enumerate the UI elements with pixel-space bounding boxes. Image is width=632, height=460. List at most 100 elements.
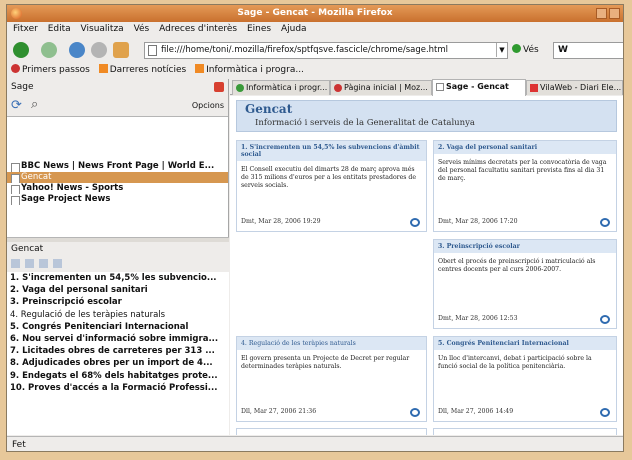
list-item[interactable]: 9. Endegats el 68% dels habitatges prote… xyxy=(7,370,229,382)
comment-icon[interactable] xyxy=(600,218,610,227)
card-description: Un lloc d'intercanvi, debat i participac… xyxy=(438,355,592,370)
menu-file[interactable]: Fitxer xyxy=(13,24,38,34)
card-description: El govern presenta un Projecte de Decret… xyxy=(241,355,410,370)
sidebar-title: Sage xyxy=(11,82,34,92)
menu-bar: Fitxer Edita Visualitza Vés Adreces d'in… xyxy=(7,22,623,37)
tab-home[interactable]: Pàgina inicial | Moz... xyxy=(330,80,432,95)
tab-label: Pàgina inicial | Moz... xyxy=(344,83,428,92)
tab-label: Informàtica i progr... xyxy=(246,83,328,92)
news-card: 1. S'incrementen un 54,5% les subvencion… xyxy=(236,140,427,232)
mark-read-icon[interactable] xyxy=(11,259,20,268)
list-item[interactable]: 5. Congrés Penitenciari Internacional xyxy=(7,321,229,333)
card-title[interactable]: 2. Vaga del personal sanitari xyxy=(434,141,616,154)
rss-icon xyxy=(195,64,205,73)
expand-icon[interactable] xyxy=(53,259,62,268)
card-date: Dll, Mar 27, 2006 14:49 xyxy=(438,408,514,415)
tab-sage-gencat[interactable]: Sage - Gencat xyxy=(432,79,526,96)
page-title: Gencat xyxy=(245,102,293,116)
list-item[interactable]: 7. Licitades obres de carreteres per 313… xyxy=(7,345,229,357)
mark-all-read-icon[interactable] xyxy=(25,259,34,268)
list-item[interactable]: 1. S'incrementen un 54,5% les subvencio.… xyxy=(7,272,229,284)
card-date: Dll, Mar 27, 2006 21:36 xyxy=(241,408,317,415)
comment-icon[interactable] xyxy=(600,408,610,417)
url-input[interactable]: file:///home/toni/.mozilla/firefox/sptfq… xyxy=(144,42,508,59)
menu-view[interactable]: Visualitza xyxy=(81,24,124,34)
feed-item-selected[interactable]: Gencat xyxy=(7,172,228,183)
sidebar-header: Sage xyxy=(7,79,228,95)
refresh-icon[interactable]: ⟳ xyxy=(11,99,22,113)
search-icon[interactable]: ⌕ xyxy=(31,97,38,113)
search-input[interactable]: W xyxy=(553,42,623,59)
list-item[interactable]: 6. Nou servei d'informació sobre immigra… xyxy=(7,333,229,345)
collapse-icon[interactable] xyxy=(39,259,48,268)
close-icon[interactable] xyxy=(214,82,224,92)
options-button[interactable]: Opcions xyxy=(192,101,224,110)
stop-icon[interactable] xyxy=(91,42,107,58)
comment-icon[interactable] xyxy=(600,315,610,324)
list-item[interactable]: 2. Vaga del personal sanitari xyxy=(7,284,229,296)
list-item[interactable]: 10. Proves d'accés a la Formació Profess… xyxy=(7,382,229,394)
news-card: 4. Regulació de les teràpies naturals El… xyxy=(236,336,427,422)
page-icon xyxy=(148,45,157,56)
card-title[interactable]: 4. Regulació de les teràpies naturals xyxy=(237,337,426,350)
minimize-button[interactable] xyxy=(596,8,607,19)
card-date: Dmt, Mar 28, 2006 17:20 xyxy=(438,218,518,225)
card-date: Dmt, Mar 28, 2006 19:29 xyxy=(241,218,321,225)
tab-informatica[interactable]: Informàtica i progr... xyxy=(232,80,330,95)
feed-item[interactable]: Sage Project News xyxy=(7,194,228,205)
feed-item[interactable]: Yahoo! News - Sports xyxy=(7,183,228,194)
feed-item[interactable]: BBC News | News Front Page | World E... xyxy=(7,161,228,172)
site-icon xyxy=(236,84,244,92)
menu-go[interactable]: Vés xyxy=(134,24,150,34)
window-title: Sage - Gencat - Mozilla Firefox xyxy=(237,8,393,18)
list-item[interactable]: 3. Preinscripció escolar xyxy=(7,296,229,308)
news-card: 3. Preinscripció escolar Obert el procés… xyxy=(433,239,617,329)
back-arrow-icon[interactable] xyxy=(13,42,29,58)
feed-items-title: Gencat xyxy=(7,242,229,256)
reload-icon[interactable] xyxy=(69,42,85,58)
card-title[interactable]: 5. Congrés Penitenciari Internacional xyxy=(434,337,616,350)
card-title[interactable]: 1. S'incrementen un 54,5% les subvencion… xyxy=(237,141,426,161)
card-date: Dmt, Mar 28, 2006 12:53 xyxy=(438,315,518,322)
bookmark-informatica[interactable]: Informàtica i progra... xyxy=(195,63,304,78)
go-button[interactable]: Vés xyxy=(512,44,539,55)
page-header: Gencat Informació i serveis de la Genera… xyxy=(236,100,617,132)
url-text: file:///home/toni/.mozilla/firefox/sptfq… xyxy=(161,45,449,55)
page-subtitle: Informació i serveis de la Generalitat d… xyxy=(255,118,475,128)
rss-icon xyxy=(98,64,108,73)
close-window-button[interactable] xyxy=(609,8,620,19)
news-card: 2. Vaga del personal sanitari Serveis mí… xyxy=(433,140,617,232)
site-icon xyxy=(530,84,538,92)
bookmark-latest-news[interactable]: Darreres notícies xyxy=(98,63,187,78)
tab-label: Sage - Gencat xyxy=(446,82,509,91)
status-bar: Fet xyxy=(7,436,623,451)
card-description: Obert el procés de preinscripció i matri… xyxy=(438,258,596,273)
feed-items-panel: Gencat 1. S'incrementen un 54,5% les sub… xyxy=(7,242,229,435)
sidebar-toolbar: ⟳ ⌕ Opcions xyxy=(7,95,228,117)
list-item[interactable]: 4. Regulació de les teràpies naturals xyxy=(7,309,229,321)
menu-help[interactable]: Ajuda xyxy=(281,24,307,34)
firefox-icon xyxy=(11,8,22,19)
chevron-down-icon[interactable]: ▼ xyxy=(496,43,507,57)
navigation-toolbar: file:///home/toni/.mozilla/firefox/sptfq… xyxy=(7,38,623,62)
forward-arrow-icon[interactable] xyxy=(41,42,57,58)
card-description: Serveis mínims decretats per la convocat… xyxy=(438,159,607,182)
content-area: Informàtica i progr... Pàgina inicial | … xyxy=(230,79,623,435)
bookmark-label: Darreres notícies xyxy=(109,65,187,75)
sage-sidebar: Sage ⟳ ⌕ Opcions BBC News | News Front P… xyxy=(7,79,229,435)
status-text: Fet xyxy=(12,440,26,450)
tab-vilaweb[interactable]: VilaWeb - Diari Ele... xyxy=(526,80,623,95)
comment-icon[interactable] xyxy=(410,218,420,227)
card-title[interactable]: 3. Preinscripció escolar xyxy=(434,240,616,253)
bookmark-getting-started[interactable]: Primers passos xyxy=(11,63,90,78)
menu-tools[interactable]: Eines xyxy=(247,24,271,34)
comment-icon[interactable] xyxy=(410,408,420,417)
menu-bookmarks[interactable]: Adreces d'interès xyxy=(159,24,237,34)
news-card-partial xyxy=(433,428,617,435)
home-icon[interactable] xyxy=(113,42,129,58)
menu-edit[interactable]: Edita xyxy=(48,24,71,34)
tab-label: VilaWeb - Diari Ele... xyxy=(540,83,622,92)
firefox-bookmark-icon xyxy=(11,64,20,73)
list-item[interactable]: 8. Adjudicades obres per un import de 4.… xyxy=(7,357,229,369)
bookmarks-toolbar: Primers passos Darreres notícies Informà… xyxy=(7,63,623,78)
